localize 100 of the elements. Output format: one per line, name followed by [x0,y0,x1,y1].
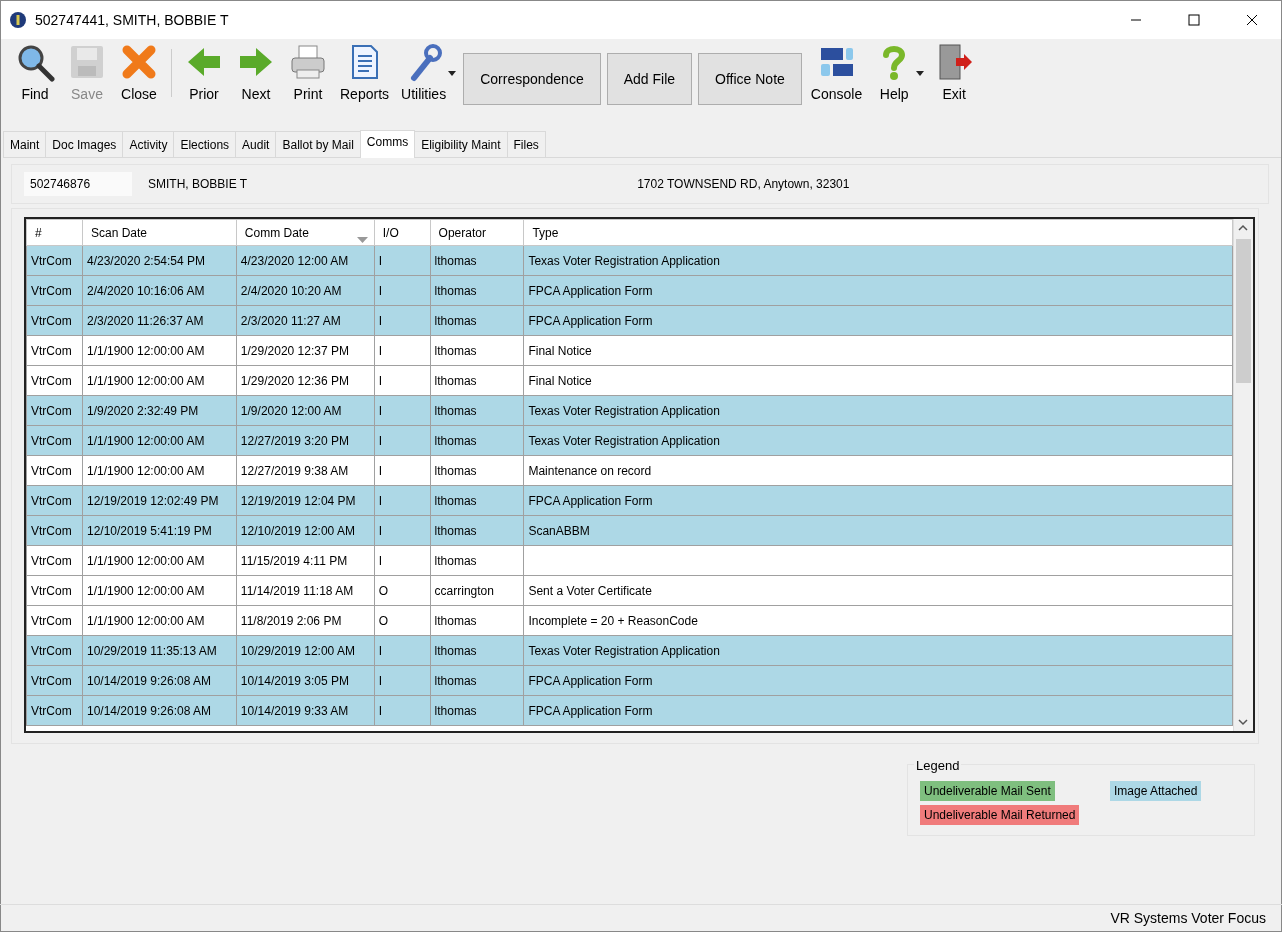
table-cell: 1/1/1900 12:00:00 AM [86,343,205,358]
table-cell: lthomas [434,253,477,268]
table-cell: lthomas [434,673,477,688]
table-cell: O [378,613,389,628]
table-cell: 1/9/2020 12:00 AM [240,403,342,418]
table-cell: FPCA Application Form [528,283,653,298]
table-cell: I [378,433,383,448]
legend-item: Undeliverable Mail Sent [920,781,1055,801]
column-header[interactable]: Comm Date [236,219,375,246]
column-header[interactable]: Operator [430,219,524,246]
table-cell: 12/27/2019 9:38 AM [240,463,349,478]
table-cell: 12/19/2019 12:04 PM [240,493,356,508]
legend-item: Undeliverable Mail Returned [920,805,1080,825]
table-cell: lthomas [434,403,477,418]
table-cell: 11/8/2019 2:06 PM [240,613,342,628]
voter-name: SMITH, BOBBIE T [148,176,248,193]
table-cell: VtrCom [31,463,72,478]
toolbar-button[interactable]: Reports [334,41,396,105]
table-cell: 1/1/1900 12:00:00 AM [86,583,205,598]
toolbar-button[interactable]: Help [868,41,921,105]
tab[interactable]: Comms [359,130,416,158]
table-cell: Texas Voter Registration Application [528,403,720,418]
table-cell: 12/19/2019 12:02:49 PM [86,493,219,508]
toolbar-button[interactable]: Print [282,41,334,105]
table-cell: 1/1/1900 12:00:00 AM [86,553,205,568]
dropdown-caret-icon[interactable] [448,71,457,77]
table-cell: lthomas [434,643,477,658]
table-cell: lthomas [434,463,477,478]
column-header[interactable]: Type [523,219,1233,246]
table-cell: Incomplete = 20 + ReasonCode [528,613,698,628]
table-cell: O [378,583,389,598]
table-cell: I [378,463,383,478]
table-cell: FPCA Application Form [528,493,653,508]
table-cell: VtrCom [31,403,72,418]
toolbar-button[interactable]: Next [230,41,282,105]
toolbar-button[interactable]: Add File [606,53,693,105]
table-cell: I [378,283,383,298]
table-cell: 10/29/2019 12:00 AM [240,643,355,658]
table-cell: 2/3/2020 11:27 AM [240,313,341,328]
table-cell: VtrCom [31,493,72,508]
table-cell: I [378,403,383,418]
table-cell: Texas Voter Registration Application [528,643,720,658]
table-cell: Texas Voter Registration Application [528,253,720,268]
table-cell: 1/29/2020 12:36 PM [240,373,349,388]
table-cell: 10/14/2019 9:26:08 AM [86,703,212,718]
maximize-icon [1188,14,1200,26]
table-cell: 1/1/1900 12:00:00 AM [86,463,205,478]
toolbar-button[interactable]: Prior [178,41,230,105]
toolbar-button[interactable]: Close [113,41,165,105]
table-cell: 1/1/1900 12:00:00 AM [86,433,205,448]
dropdown-caret-icon[interactable] [916,71,925,77]
table-cell: I [378,703,383,718]
table-cell: I [378,673,383,688]
tab[interactable]: Files [506,131,546,157]
table-cell: VtrCom [31,673,72,688]
table-cell: I [378,493,383,508]
app-icon [9,11,27,29]
voter-address: 1702 TOWNSEND RD, Anytown, 32301 [637,176,850,193]
voter-id-field: 502746876 [24,172,132,196]
table-cell: lthomas [434,493,477,508]
table-cell: I [378,643,383,658]
status-text: VR Systems Voter Focus [1110,909,1266,928]
table-cell: lthomas [434,553,477,568]
table-cell: I [378,523,383,538]
table-cell: 1/1/1900 12:00:00 AM [86,613,205,628]
table-cell: 12/27/2019 3:20 PM [240,433,349,448]
table-cell: VtrCom [31,703,72,718]
table-cell: VtrCom [31,613,72,628]
column-header[interactable]: # [26,219,83,246]
printer-icon [288,42,328,82]
toolbar-button[interactable]: Find [9,41,61,105]
table-cell: Sent a Voter Certificate [528,583,652,598]
table-cell: lthomas [434,613,477,628]
table-cell: 10/14/2019 9:26:08 AM [86,673,212,688]
table-cell: 12/10/2019 5:41:19 PM [86,523,212,538]
toolbar-button[interactable]: Correspondence [463,53,601,105]
column-header[interactable]: Scan Date [82,219,237,246]
table-cell: I [378,553,383,568]
table-cell: VtrCom [31,343,72,358]
column-header[interactable]: I/O [374,219,431,246]
table-cell: FPCA Application Form [528,313,653,328]
table-cell: Maintenance on record [528,463,652,478]
scrollbar[interactable] [1233,219,1253,731]
close-icon [1246,14,1258,26]
toolbar-button[interactable]: Utilities [395,41,453,105]
toolbar-button[interactable]: Console [804,41,869,105]
table-cell: FPCA Application Form [528,703,653,718]
tab[interactable]: Maint [3,131,47,157]
toolbar-button[interactable]: Office Note [698,53,802,105]
table-cell: 2/4/2020 10:16:06 AM [86,283,205,298]
table-cell: lthomas [434,283,477,298]
toolbar-button[interactable]: Exit [928,41,981,105]
table-cell: 4/23/2020 12:00 AM [240,253,349,268]
table-cell: 2/4/2020 10:20 AM [240,283,342,298]
table-cell: I [378,253,383,268]
table-cell: VtrCom [31,553,72,568]
table-cell: VtrCom [31,523,72,538]
table-cell: lthomas [434,703,477,718]
table-cell: 1/1/1900 12:00:00 AM [86,373,205,388]
scroll-thumb[interactable] [1236,239,1251,383]
